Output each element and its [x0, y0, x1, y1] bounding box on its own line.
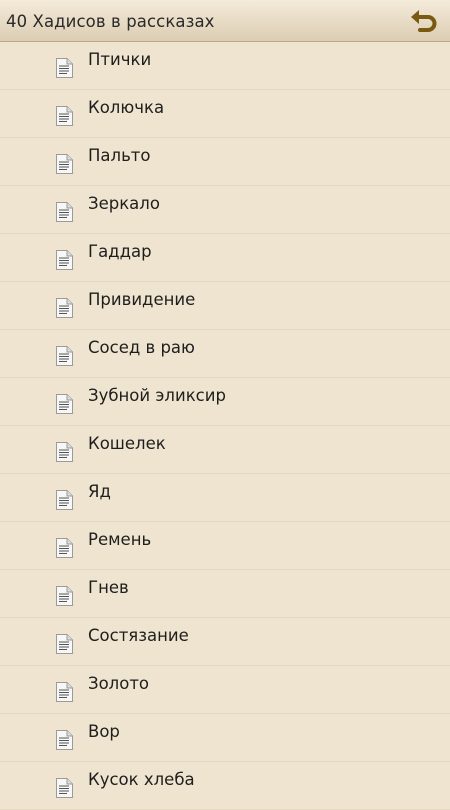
document-icon — [55, 585, 74, 607]
list-item-label: Привидение — [88, 290, 196, 309]
document-icon — [55, 153, 74, 175]
list-item-label: Состязание — [88, 626, 189, 645]
document-icon — [55, 249, 74, 271]
document-icon — [55, 345, 74, 367]
back-button[interactable] — [404, 4, 444, 38]
list-item[interactable]: Зеркало — [0, 186, 450, 234]
list-item[interactable]: Сосед в раю — [0, 330, 450, 378]
list-item[interactable]: Ремень — [0, 522, 450, 570]
document-icon — [55, 633, 74, 655]
list-item[interactable]: Пальто — [0, 138, 450, 186]
list-item-label: Зеркало — [88, 194, 160, 213]
document-icon — [55, 201, 74, 223]
list-item[interactable]: Кошелек — [0, 426, 450, 474]
list-item-label: Сосед в раю — [88, 338, 195, 357]
list-item-label: Ремень — [88, 530, 152, 549]
undo-arrow-icon — [411, 10, 437, 32]
list-item[interactable]: Зубной эликсир — [0, 378, 450, 426]
list-item-label: Гнев — [88, 578, 129, 597]
document-icon — [55, 489, 74, 511]
story-list: Птички Колючка Пальто Зеркало Гаддар Привиден… — [0, 42, 450, 810]
list-item[interactable]: Гнев — [0, 570, 450, 618]
list-item-label: Гаддар — [88, 242, 152, 261]
list-item-label: Пальто — [88, 146, 151, 165]
list-item-label: Кошелек — [88, 434, 166, 453]
document-icon — [55, 729, 74, 751]
document-icon — [55, 681, 74, 703]
list-item[interactable]: Привидение — [0, 282, 450, 330]
list-item-label: Золото — [88, 674, 150, 693]
document-icon — [55, 297, 74, 319]
document-icon — [55, 441, 74, 463]
list-item[interactable]: Кусок хлеба — [0, 762, 450, 810]
list-item[interactable]: Золото — [0, 666, 450, 714]
list-item[interactable]: Яд — [0, 474, 450, 522]
list-item[interactable]: Вор — [0, 714, 450, 762]
list-item-label: Кусок хлеба — [88, 770, 195, 789]
list-item[interactable]: Колючка — [0, 90, 450, 138]
document-icon — [55, 57, 74, 79]
app-header: 40 Хадисов в рассказах — [0, 0, 450, 42]
list-item-label: Птички — [88, 50, 152, 69]
list-item-label: Зубной эликсир — [88, 386, 226, 405]
page-title: 40 Хадисов в рассказах — [6, 12, 215, 31]
list-item-label: Яд — [88, 482, 111, 501]
list-item-label: Колючка — [88, 98, 165, 117]
document-icon — [55, 393, 74, 415]
list-item[interactable]: Гаддар — [0, 234, 450, 282]
list-item[interactable]: Состязание — [0, 618, 450, 666]
list-item[interactable]: Птички — [0, 42, 450, 90]
list-item-label: Вор — [88, 722, 120, 741]
document-icon — [55, 537, 74, 559]
document-icon — [55, 105, 74, 127]
document-icon — [55, 777, 74, 799]
